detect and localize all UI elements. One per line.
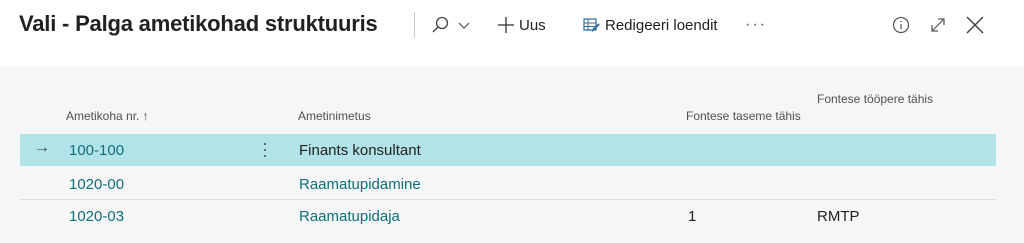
cell-level: 1 <box>688 208 697 225</box>
cell-name[interactable]: Raamatupidamine <box>299 176 421 193</box>
info-icon <box>892 16 910 34</box>
table-row[interactable]: 1020-03 Raamatupidaja 1 RMTP <box>20 200 996 232</box>
info-button[interactable] <box>891 12 911 38</box>
column-header-name[interactable]: Ametinimetus <box>298 109 371 123</box>
title-divider <box>414 12 415 38</box>
close-icon <box>966 16 984 34</box>
more-options-button[interactable]: ··· <box>745 12 767 38</box>
expand-icon <box>931 18 945 32</box>
edit-list-button[interactable]: Redigeeri loendit <box>583 12 718 38</box>
search-icon <box>432 16 449 33</box>
table-row[interactable]: → 100-100 Finants konsultant <box>20 134 996 166</box>
cell-code[interactable]: 1020-00 <box>69 176 124 193</box>
page-title: Vali - Palga ametikohad struktuuris <box>19 11 378 36</box>
expand-button[interactable] <box>928 12 948 38</box>
search-button[interactable] <box>430 12 472 38</box>
cell-name: Finants konsultant <box>299 142 421 159</box>
cell-code[interactable]: 100-100 <box>69 142 124 159</box>
cell-family: RMTP <box>817 208 860 225</box>
cell-code[interactable]: 1020-03 <box>69 208 124 225</box>
page-header: Vali - Palga ametikohad struktuuris Uus … <box>0 0 1024 54</box>
plus-icon <box>498 17 514 33</box>
column-header-code[interactable]: Ametikoha nr. ↑ <box>66 109 149 123</box>
column-header-level[interactable]: Fontese taseme tähis <box>686 109 801 123</box>
arrow-right-icon: → <box>34 139 50 156</box>
chevron-down-icon[interactable] <box>456 15 472 35</box>
edit-list-label: Redigeeri loendit <box>605 16 718 34</box>
close-button[interactable] <box>964 12 986 38</box>
table-row[interactable]: 1020-00 Raamatupidamine <box>20 168 996 200</box>
cell-name[interactable]: Raamatupidaja <box>299 208 400 225</box>
column-header-family[interactable]: Fontese tööpere tähis <box>817 91 947 107</box>
kebab-menu-icon[interactable] <box>260 140 270 160</box>
new-button[interactable]: Uus <box>497 12 546 38</box>
edit-list-icon <box>583 18 600 32</box>
new-button-label: Uus <box>519 16 546 34</box>
